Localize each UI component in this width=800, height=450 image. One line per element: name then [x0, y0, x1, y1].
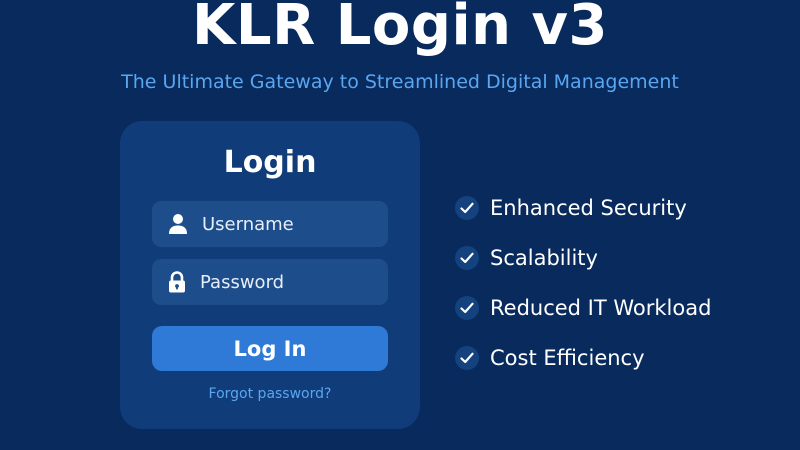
page-title: KLR Login v3	[192, 0, 608, 58]
check-icon	[455, 296, 479, 320]
feature-item: Reduced IT Workload	[455, 283, 711, 333]
feature-list: Enhanced Security Scalability Reduced IT…	[455, 183, 711, 383]
forgot-password-link[interactable]: Forgot password?	[120, 385, 420, 403]
feature-item: Enhanced Security	[455, 183, 711, 233]
password-field[interactable]	[152, 259, 425, 305]
feature-item: Scalability	[455, 233, 711, 283]
login-card-title: Login	[223, 145, 317, 180]
user-icon	[168, 213, 188, 235]
username-input[interactable]	[202, 213, 427, 235]
username-field[interactable]	[152, 201, 427, 247]
check-icon	[455, 346, 479, 370]
lock-icon	[168, 271, 186, 293]
feature-item: Cost Efficiency	[455, 333, 711, 383]
page-subtitle: The Ultimate Gateway to Streamlined Digi…	[121, 71, 679, 93]
check-icon	[455, 196, 479, 220]
feature-label: Reduced IT Workload	[490, 296, 712, 320]
feature-label: Scalability	[490, 246, 598, 270]
password-input[interactable]	[200, 271, 425, 293]
feature-label: Enhanced Security	[490, 196, 687, 220]
login-button[interactable]: Log In	[152, 326, 388, 371]
check-icon	[455, 246, 479, 270]
feature-label: Cost Efficiency	[490, 346, 645, 370]
